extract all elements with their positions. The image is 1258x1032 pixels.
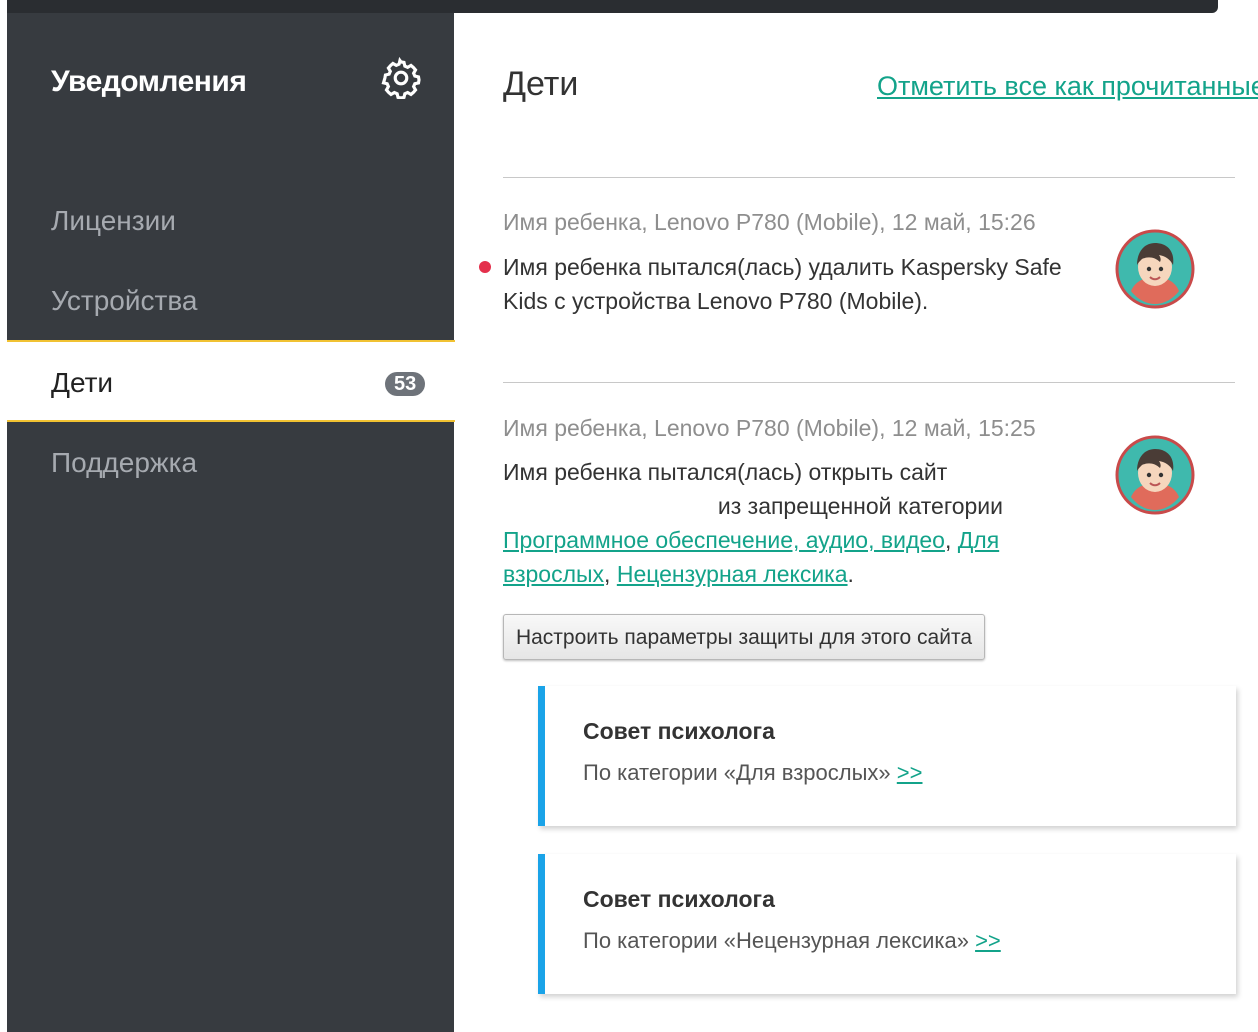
tip-more-link[interactable]: >> [975, 928, 1001, 953]
tip-more-link[interactable]: >> [897, 760, 923, 785]
tip-text: По категории «Для взрослых» >> [583, 760, 923, 786]
psychologist-tip-card: Совет психолога По категории «Нецензурна… [538, 854, 1236, 994]
tip-title: Совет психолога [583, 718, 775, 744]
main-panel: Дети Отметить все как прочитанные Имя ре… [455, 13, 1258, 1032]
sidebar-item-label: Лицензии [51, 205, 176, 236]
category-link-software[interactable]: Программное обеспечение, аудио, видео [503, 527, 945, 553]
separator: , [944, 527, 958, 553]
sidebar-item-label: Дети [51, 367, 114, 398]
sidebar-item-label: Устройства [51, 285, 198, 316]
psychologist-tip-card: Совет психолога По категории «Для взросл… [538, 686, 1236, 826]
sidebar: Уведомления Лицензии Устройства Дети 53 … [7, 13, 457, 1032]
notification-text: Имя ребенка пытался(лась) удалить Kasper… [503, 254, 1062, 314]
divider [503, 177, 1235, 178]
notification-meta: Имя ребенка, Lenovo P780 (Mobile), 12 ма… [503, 209, 1036, 235]
sidebar-title: Уведомления [51, 65, 247, 98]
child-avatar-icon [1115, 229, 1195, 309]
tip-text-label: По категории «Нецензурная лексика» [583, 928, 969, 953]
unread-dot-icon [479, 261, 491, 273]
notification-text: Имя ребенка пытался(лась) открыть сайт и… [503, 455, 1023, 591]
category-link-profanity[interactable]: Нецензурная лексика [617, 561, 848, 587]
child-avatar-icon [1115, 435, 1195, 515]
notification-meta: Имя ребенка, Lenovo P780 (Mobile), 12 ма… [503, 415, 1036, 441]
sidebar-item-licenses[interactable]: Лицензии [7, 180, 454, 262]
mark-all-read-link[interactable]: Отметить все как прочитанные [877, 71, 1258, 102]
count-badge: 53 [385, 372, 426, 396]
divider [503, 382, 1235, 383]
category-links: Программное обеспечение, аудио, видео, Д… [503, 523, 1023, 591]
sidebar-item-devices[interactable]: Устройства [7, 260, 454, 342]
gear-icon[interactable] [380, 57, 422, 99]
notification-line: Имя ребенка пытался(лась) открыть сайт [503, 459, 948, 485]
configure-protection-button[interactable]: Настроить параметры защиты для этого сай… [503, 614, 985, 660]
separator: , [604, 561, 617, 587]
sidebar-item-label: Поддержка [51, 447, 198, 478]
page-title: Дети [503, 65, 579, 103]
window-top-bar [7, 0, 1218, 13]
sidebar-item-support[interactable]: Поддержка [7, 422, 454, 504]
tip-text-label: По категории «Для взрослых» [583, 760, 891, 785]
sidebar-item-children[interactable]: Дети 53 [7, 340, 457, 422]
notification-line: из запрещенной категории [717, 493, 1003, 519]
sentence-end: . [847, 561, 854, 587]
tip-title: Совет психолога [583, 886, 775, 912]
tip-text: По категории «Нецензурная лексика» >> [583, 928, 1001, 954]
